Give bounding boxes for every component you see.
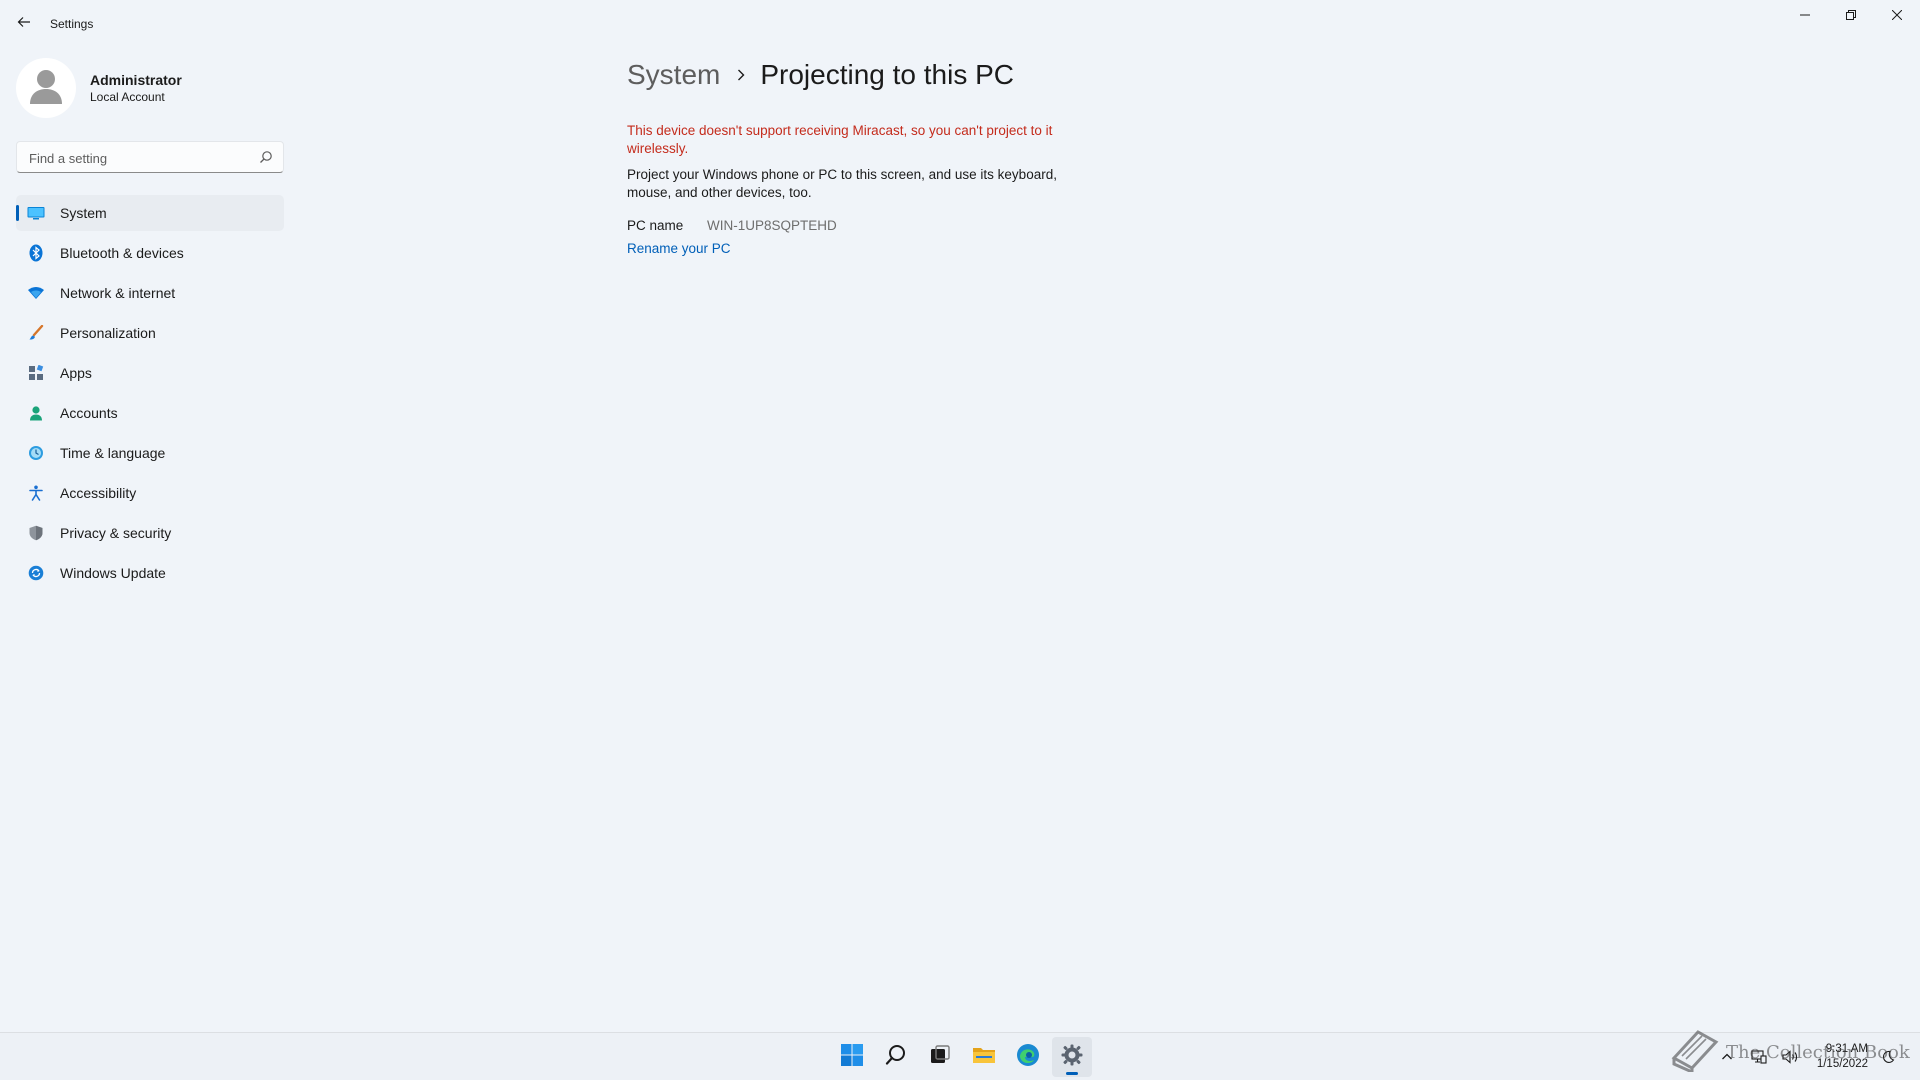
main-content: System Projecting to this PC This device… (627, 48, 1827, 258)
sidebar-item-apps[interactable]: Apps (16, 355, 284, 391)
watermark: The Collection Book (1668, 1028, 1910, 1077)
windows-update-icon (26, 563, 46, 583)
sidebar-item-accounts[interactable]: Accounts (16, 395, 284, 431)
taskbar-search-button[interactable] (876, 1037, 916, 1077)
watermark-text: The Collection Book (1726, 1042, 1910, 1063)
rename-pc-link[interactable]: Rename your PC (627, 241, 731, 256)
file-explorer-icon (972, 1044, 996, 1071)
sidebar-item-label: System (60, 205, 107, 221)
shield-icon (26, 523, 46, 543)
user-avatar-icon (16, 58, 76, 118)
close-button[interactable] (1874, 0, 1920, 32)
sidebar-item-network-internet[interactable]: Network & internet (16, 275, 284, 311)
restore-icon (1846, 7, 1856, 25)
search-box[interactable] (16, 141, 284, 174)
system-icon (26, 203, 46, 223)
taskbar-pinned (830, 1033, 1094, 1080)
search-input[interactable] (27, 142, 251, 174)
profile-account-type: Local Account (90, 90, 165, 104)
back-arrow-icon (17, 15, 31, 34)
start-button[interactable] (832, 1037, 872, 1077)
sidebar-item-label: Personalization (60, 325, 156, 341)
search-icon (885, 1044, 907, 1071)
time-language-icon (26, 443, 46, 463)
breadcrumb: System Projecting to this PC (627, 48, 1827, 102)
page-title: Projecting to this PC (760, 59, 1015, 90)
edge-icon (1016, 1043, 1040, 1072)
sidebar-item-bluetooth-devices[interactable]: Bluetooth & devices (16, 235, 284, 271)
sidebar-item-label: Accessibility (60, 485, 137, 501)
minimize-icon (1800, 7, 1810, 25)
pc-name-label: PC name (627, 218, 684, 233)
settings-taskbar-button[interactable] (1052, 1037, 1092, 1077)
projection-description: Project your Windows phone or PC to this… (627, 167, 1057, 200)
brush-icon (26, 323, 46, 343)
sidebar-item-time-language[interactable]: Time & language (16, 435, 284, 471)
accessibility-icon (26, 483, 46, 503)
pc-name-row: PC name WIN-1UP8SQPTEHD (627, 218, 1827, 233)
file-explorer-button[interactable] (964, 1037, 1004, 1077)
sidebar-item-accessibility[interactable]: Accessibility (16, 475, 284, 511)
task-view-button[interactable] (920, 1037, 960, 1077)
sidebar-item-windows-update[interactable]: Windows Update (16, 555, 284, 591)
back-button[interactable] (10, 10, 38, 38)
sidebar-item-label: Network & internet (60, 285, 176, 301)
miracast-warning: This device doesn't support receiving Mi… (627, 123, 1053, 156)
sidebar-nav: System Bluetooth & devices Network & int… (16, 195, 284, 595)
title-bar: Settings (0, 0, 1920, 48)
restore-button[interactable] (1828, 0, 1874, 32)
settings-icon (1060, 1043, 1084, 1072)
taskbar: 9:31 AM 1/15/2022 (0, 1032, 1920, 1080)
sidebar: Administrator Local Account System Bluet… (0, 48, 300, 1028)
network-icon (26, 283, 46, 303)
profile-name: Administrator (90, 72, 182, 88)
chevron-right-icon (736, 68, 746, 82)
close-icon (1891, 7, 1903, 25)
sidebar-item-label: Windows Update (60, 565, 166, 581)
sidebar-item-label: Time & language (60, 445, 166, 461)
sidebar-item-label: Accounts (60, 405, 118, 421)
window-controls (1782, 0, 1920, 32)
bluetooth-icon (26, 243, 46, 263)
app-title: Settings (50, 17, 94, 31)
task-view-icon (929, 1044, 951, 1071)
book-watermark-icon (1668, 1028, 1720, 1077)
user-profile[interactable]: Administrator Local Account (16, 58, 182, 118)
sidebar-item-personalization[interactable]: Personalization (16, 315, 284, 351)
sidebar-item-system[interactable]: System (16, 195, 284, 231)
sidebar-item-label: Apps (60, 365, 92, 381)
sidebar-item-privacy-security[interactable]: Privacy & security (16, 515, 284, 551)
search-icon[interactable] (259, 150, 273, 169)
breadcrumb-system[interactable]: System (627, 59, 720, 91)
apps-icon (26, 363, 46, 383)
minimize-button[interactable] (1782, 0, 1828, 32)
avatar (16, 58, 76, 118)
start-icon (840, 1043, 864, 1072)
sidebar-item-label: Privacy & security (60, 525, 172, 541)
accounts-icon (26, 403, 46, 423)
pc-name-value: WIN-1UP8SQPTEHD (707, 218, 837, 233)
edge-button[interactable] (1008, 1037, 1048, 1077)
sidebar-item-label: Bluetooth & devices (60, 245, 184, 261)
